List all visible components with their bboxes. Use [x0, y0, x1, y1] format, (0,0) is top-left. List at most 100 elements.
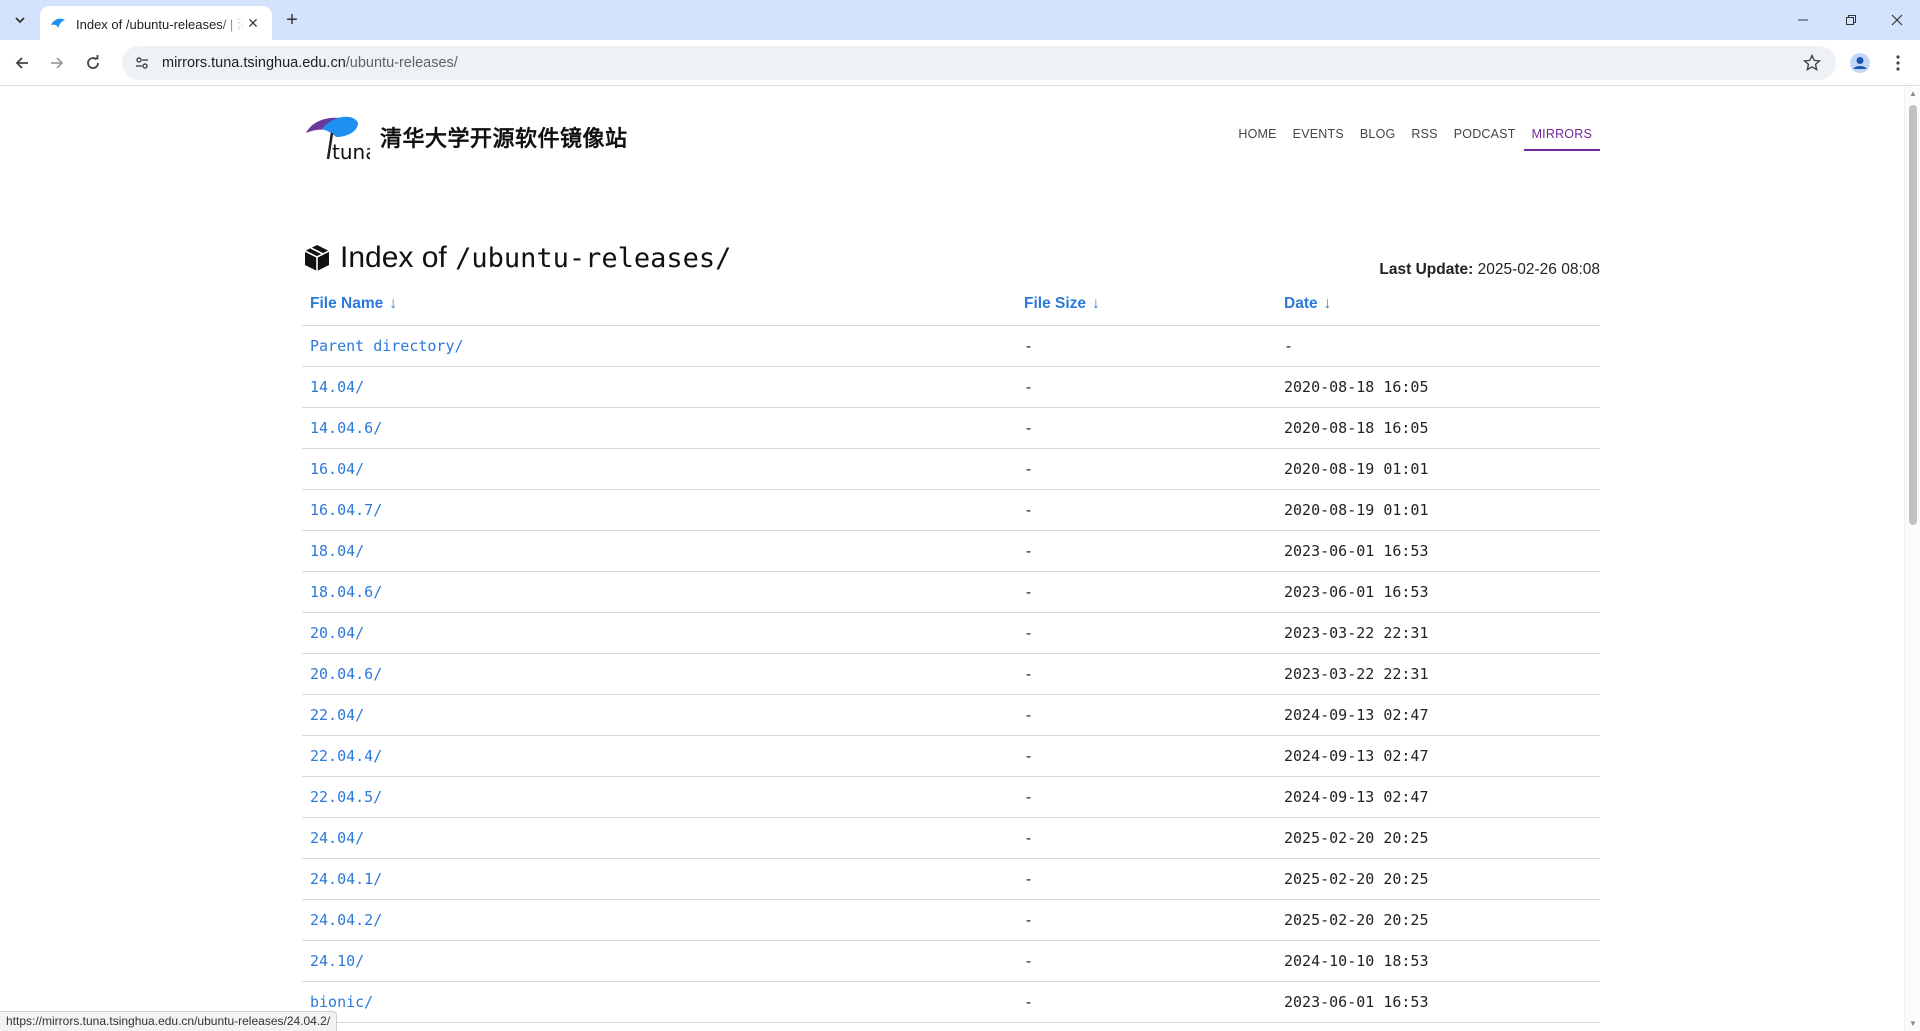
- table-row: 20.04/-2023-03-22 22:31: [302, 612, 1600, 654]
- file-name-link[interactable]: 20.04/: [302, 612, 1016, 654]
- nav-events[interactable]: EVENTS: [1285, 127, 1352, 151]
- site-header: tuna 清华大学开源软件镜像站 HOME EVENTS BLOG RSS PO…: [302, 87, 1600, 197]
- file-name-link[interactable]: 16.04/: [302, 448, 1016, 490]
- file-size-cell: -: [1016, 858, 1276, 900]
- file-date-cell: 2023-03-22 22:31: [1276, 612, 1600, 654]
- file-name-link[interactable]: 24.04/: [302, 817, 1016, 859]
- file-date-cell: 2023-06-01 16:53: [1276, 981, 1600, 1023]
- tab-title: Index of /ubuntu-releases/ | 清华大学开源软件镜像站: [76, 16, 244, 32]
- file-name-link[interactable]: 18.04.6/: [302, 571, 1016, 613]
- file-date-cell: 2025-02-20 20:25: [1276, 858, 1600, 900]
- index-title-prefix: Index of: [340, 241, 447, 274]
- nav-rss[interactable]: RSS: [1403, 127, 1445, 151]
- close-tab-icon[interactable]: ✕: [244, 14, 262, 32]
- nav-podcast[interactable]: PODCAST: [1446, 127, 1524, 151]
- file-date-cell: 2020-08-18 16:05: [1276, 366, 1600, 408]
- file-size-cell: -: [1016, 981, 1276, 1023]
- file-size-cell: -: [1016, 899, 1276, 941]
- file-size-cell: -: [1016, 448, 1276, 490]
- table-row: Parent directory/- -: [302, 325, 1600, 367]
- file-name-link[interactable]: 22.04.4/: [302, 735, 1016, 777]
- restore-button[interactable]: [1828, 0, 1874, 40]
- file-size-cell: -: [1016, 817, 1276, 859]
- file-name-link[interactable]: Parent directory/: [302, 325, 1016, 367]
- file-size-cell: -: [1016, 940, 1276, 982]
- link-status-bar: https://mirrors.tuna.tsinghua.edu.cn/ubu…: [0, 1011, 338, 1031]
- minimize-button[interactable]: [1780, 0, 1826, 40]
- browser-menu-button[interactable]: [1884, 49, 1912, 77]
- scroll-up-icon[interactable]: ▲: [1909, 90, 1917, 98]
- table-row: 24.04/-2025-02-20 20:25: [302, 817, 1600, 859]
- file-date-cell: 2024-09-13 02:47: [1276, 776, 1600, 818]
- page-viewport: tuna 清华大学开源软件镜像站 HOME EVENTS BLOG RSS PO…: [0, 87, 1904, 1031]
- column-file-name[interactable]: File Name ↓: [302, 283, 1016, 326]
- table-row: 14.04.6/-2020-08-18 16:05: [302, 407, 1600, 449]
- restore-icon: [1846, 15, 1856, 25]
- file-name-link[interactable]: 16.04.7/: [302, 489, 1016, 531]
- browser-toolbar: mirrors.tuna.tsinghua.edu.cn/ubuntu-rele…: [0, 40, 1920, 86]
- page-title: Index of /ubuntu-releases/: [302, 241, 731, 275]
- nav-mirrors[interactable]: MIRRORS: [1523, 127, 1600, 151]
- scroll-down-icon[interactable]: ▼: [1909, 1020, 1917, 1028]
- sort-arrow-down-icon: ↓: [1323, 294, 1332, 312]
- table-row: 16.04.7/-2020-08-19 01:01: [302, 489, 1600, 531]
- table-row: 22.04/-2024-09-13 02:47: [302, 694, 1600, 736]
- file-size-cell: -: [1016, 489, 1276, 531]
- site-logo[interactable]: tuna 清华大学开源软件镜像站: [302, 111, 628, 163]
- file-name-link[interactable]: 24.04.2/: [302, 899, 1016, 941]
- file-date-cell: 2025-02-20 20:25: [1276, 899, 1600, 941]
- nav-home[interactable]: HOME: [1230, 127, 1284, 151]
- table-row: 22.04.4/-2024-09-13 02:47: [302, 735, 1600, 777]
- forward-button[interactable]: [43, 49, 71, 77]
- more-vertical-icon: [1896, 55, 1900, 71]
- file-name-link[interactable]: 22.04/: [302, 694, 1016, 736]
- table-row: 14.04/-2020-08-18 16:05: [302, 366, 1600, 408]
- column-date[interactable]: Date ↓: [1276, 283, 1600, 326]
- file-size-cell: -: [1016, 612, 1276, 654]
- scrollbar-thumb[interactable]: [1909, 105, 1917, 525]
- close-window-button[interactable]: [1874, 0, 1920, 40]
- last-update-label: Last Update:: [1379, 261, 1474, 278]
- page-scrollbar[interactable]: ▲ ▼: [1904, 87, 1920, 1031]
- package-box-icon: [304, 245, 330, 271]
- file-date-cell: 2025-02-20 20:25: [1276, 817, 1600, 859]
- table-row: 24.10/-2024-10-10 18:53: [302, 940, 1600, 982]
- file-name-link[interactable]: bionic/: [302, 981, 1016, 1023]
- column-date-label: Date: [1284, 294, 1318, 312]
- new-tab-button[interactable]: +: [280, 8, 304, 32]
- last-update: Last Update: 2025-02-26 08:08: [1379, 261, 1600, 279]
- arrow-left-icon: [15, 57, 28, 69]
- tuna-favicon-icon: [50, 15, 66, 31]
- bookmark-star-icon[interactable]: [1802, 53, 1822, 73]
- file-size-cell: -: [1016, 530, 1276, 572]
- nav-blog[interactable]: BLOG: [1352, 127, 1404, 151]
- table-row: 24.04.2/-2025-02-20 20:25: [302, 899, 1600, 941]
- file-list-body: Parent directory/- -14.04/-2020-08-18 16:…: [302, 325, 1600, 1023]
- close-icon: [1891, 14, 1903, 26]
- file-name-link[interactable]: 24.10/: [302, 940, 1016, 982]
- site-settings-icon[interactable]: [128, 49, 156, 77]
- url-text: mirrors.tuna.tsinghua.edu.cn/ubuntu-rele…: [162, 55, 458, 71]
- site-title: 清华大学开源软件镜像站: [380, 127, 628, 152]
- reload-button[interactable]: [79, 49, 107, 77]
- browser-tab[interactable]: Index of /ubuntu-releases/ | 清华大学开源软件镜像站…: [40, 6, 272, 40]
- address-bar[interactable]: mirrors.tuna.tsinghua.edu.cn/ubuntu-rele…: [122, 46, 1836, 80]
- file-name-link[interactable]: 24.04.1/: [302, 858, 1016, 900]
- file-date-cell: -: [1276, 325, 1600, 367]
- profile-button[interactable]: [1846, 49, 1874, 77]
- svg-text:tuna: tuna: [332, 140, 370, 163]
- file-size-cell: -: [1016, 407, 1276, 449]
- file-list-table: File Name ↓ File Size ↓ Date ↓ Parent direc…: [302, 283, 1600, 1023]
- table-row: 18.04.6/-2023-06-01 16:53: [302, 571, 1600, 613]
- back-button[interactable]: [8, 49, 36, 77]
- url-path: /ubuntu-releases/: [345, 55, 458, 71]
- column-file-size[interactable]: File Size ↓: [1016, 283, 1276, 326]
- file-name-link[interactable]: 20.04.6/: [302, 653, 1016, 695]
- tab-search-button[interactable]: [8, 8, 32, 32]
- file-name-link[interactable]: 22.04.5/: [302, 776, 1016, 818]
- file-name-link[interactable]: 14.04/: [302, 366, 1016, 408]
- last-update-value: 2025-02-26 08:08: [1477, 261, 1600, 278]
- file-name-link[interactable]: 18.04/: [302, 530, 1016, 572]
- table-row: 18.04/-2023-06-01 16:53: [302, 530, 1600, 572]
- file-name-link[interactable]: 14.04.6/: [302, 407, 1016, 449]
